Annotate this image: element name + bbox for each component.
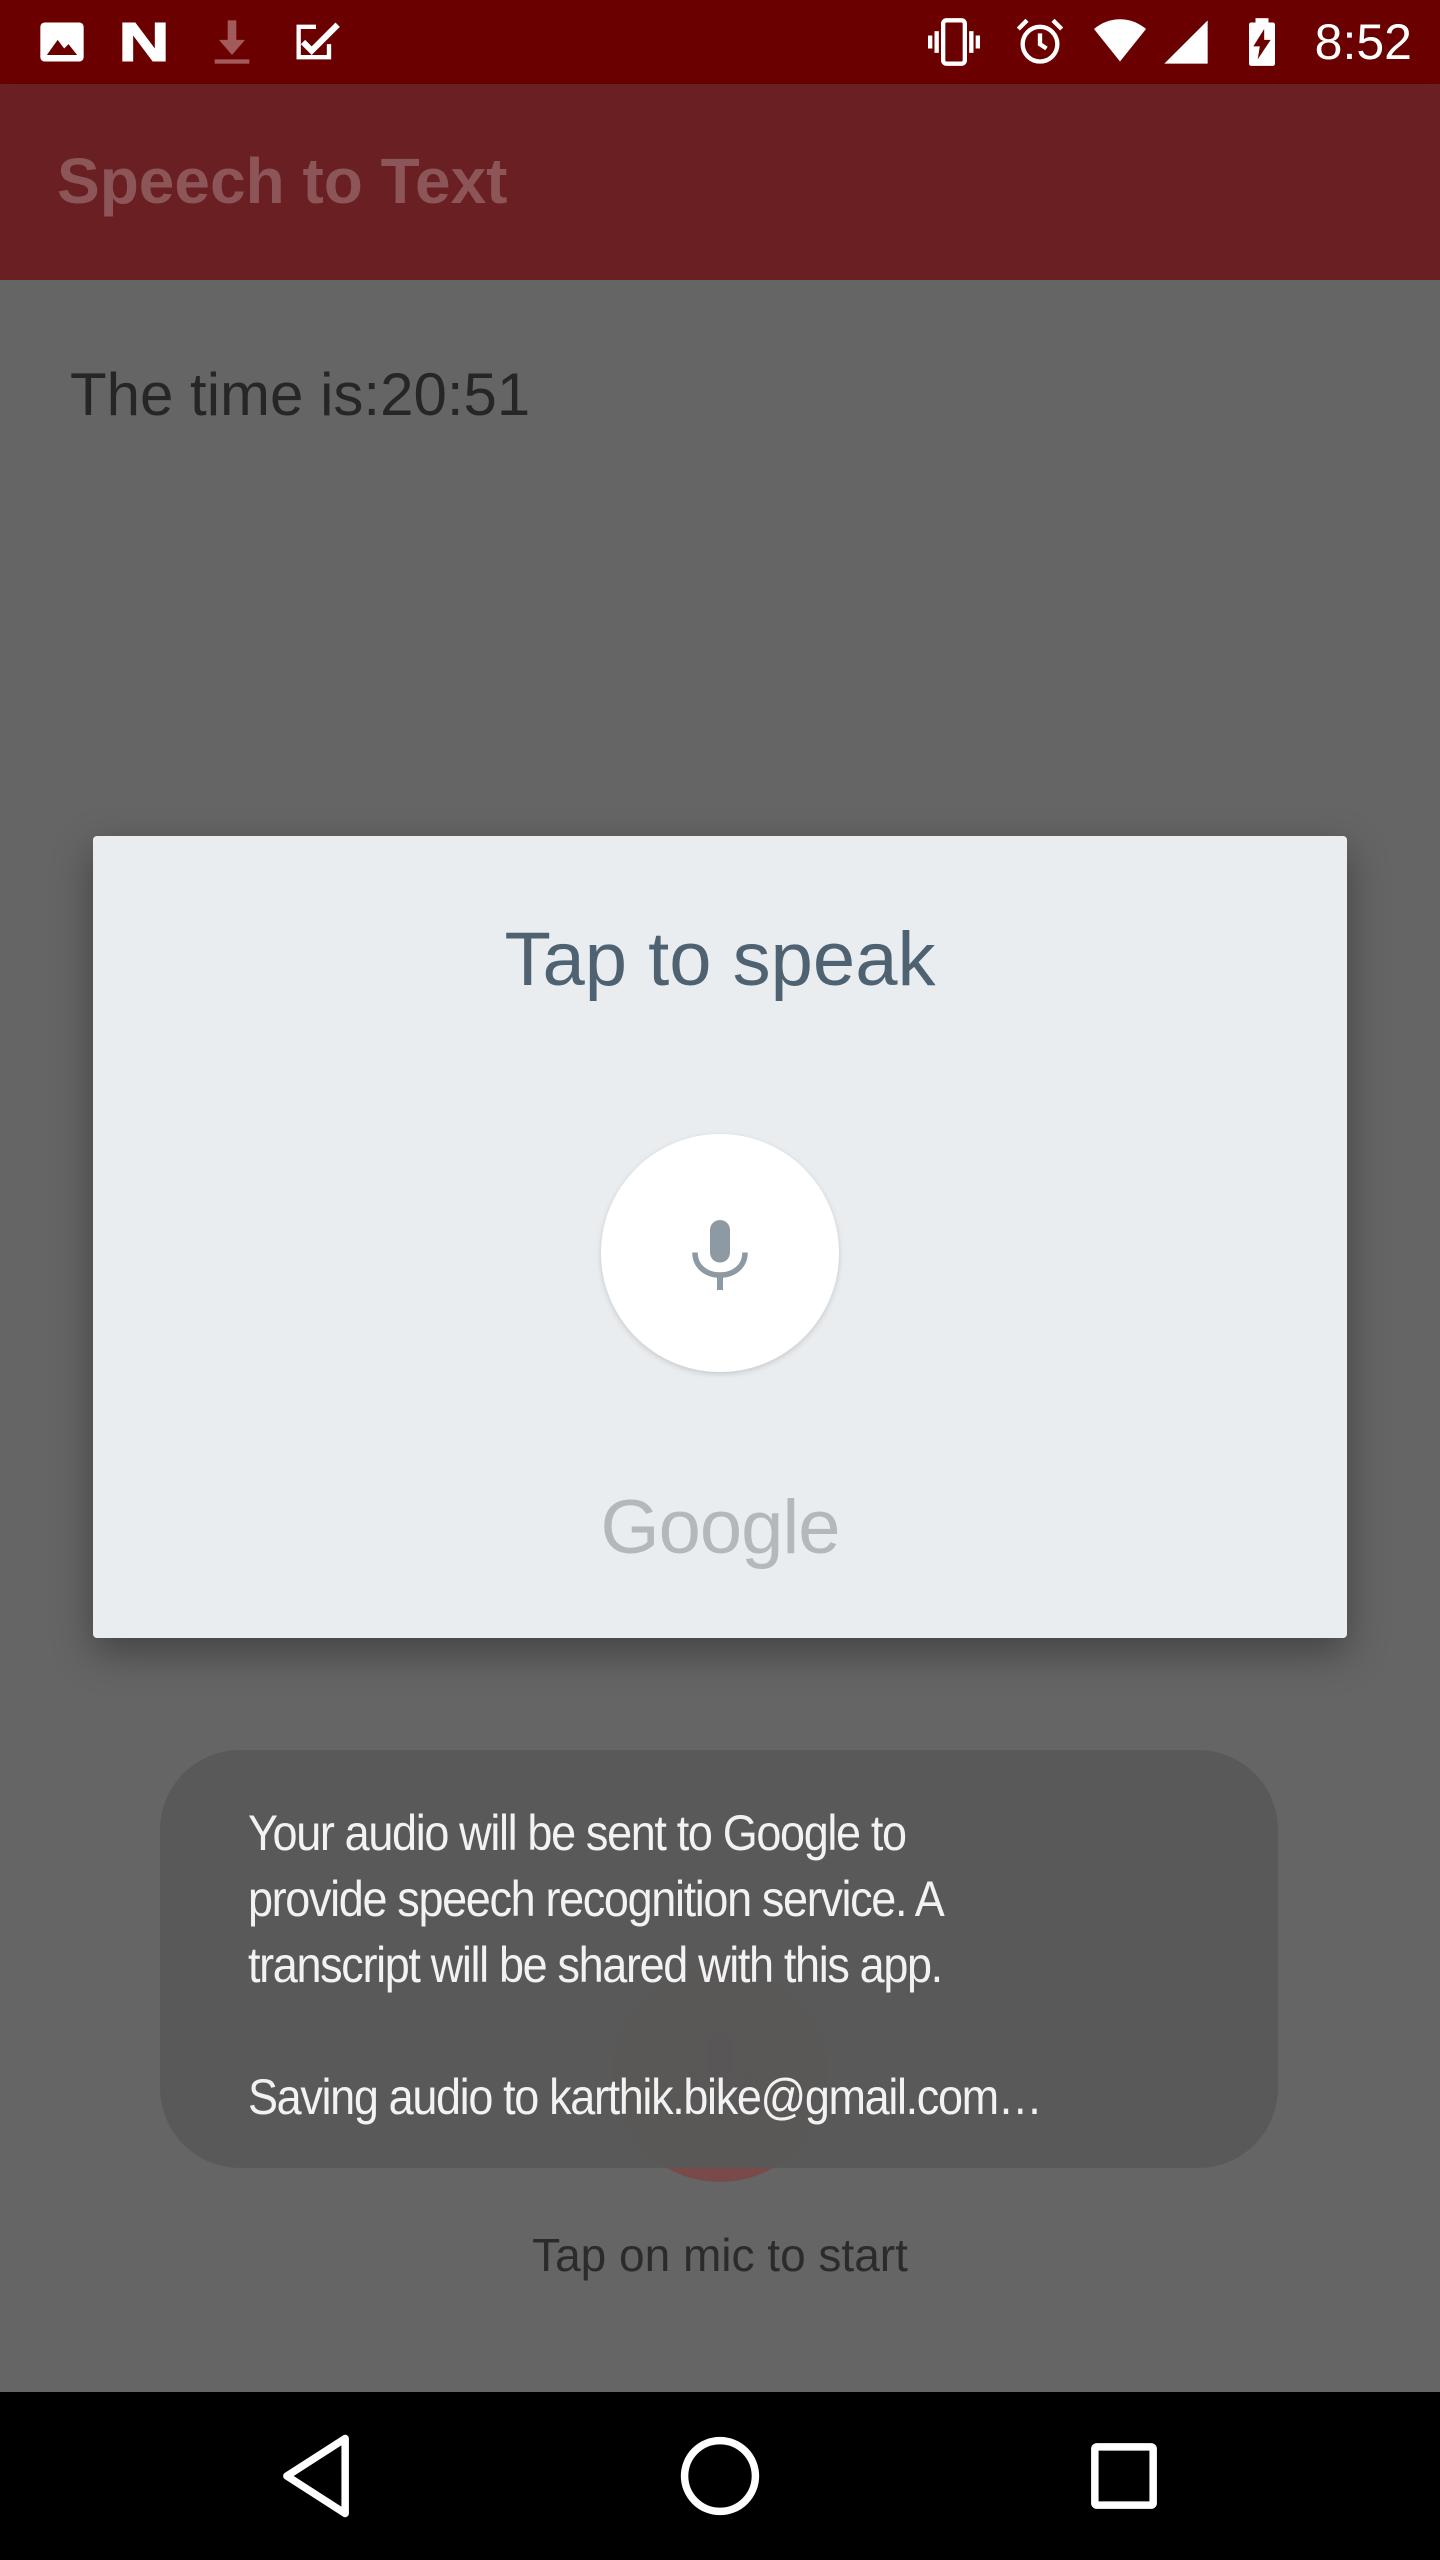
image-notification-icon bbox=[36, 16, 88, 68]
toast-line: Your audio will be sent to Google to bbox=[248, 1805, 907, 1861]
recents-button[interactable] bbox=[1074, 2426, 1174, 2526]
task-check-icon bbox=[290, 16, 342, 68]
back-icon bbox=[283, 2434, 349, 2518]
toast-message: Your audio will be sent to Google to pro… bbox=[160, 1750, 1278, 2168]
signal-icon bbox=[1160, 16, 1212, 68]
status-time: 8:52 bbox=[1314, 14, 1412, 70]
status-bar: 8:52 bbox=[0, 0, 1440, 84]
microphone-icon bbox=[692, 1220, 748, 1290]
speech-dialog: Tap to speak Google bbox=[93, 836, 1347, 1638]
n-notification-icon bbox=[118, 16, 170, 68]
app-title: Speech to Text bbox=[57, 145, 508, 217]
vibrate-icon bbox=[928, 16, 980, 68]
google-logo: Google bbox=[600, 1485, 840, 1570]
toast-saving-line: Saving audio to karthik.bike@gmail.com… bbox=[248, 2069, 1043, 2125]
home-icon bbox=[680, 2436, 760, 2516]
time-text: The time is:20:51 bbox=[70, 361, 531, 428]
dialog-title: Tap to speak bbox=[504, 917, 936, 1002]
toast-line: provide speech recognition service. A bbox=[248, 1871, 945, 1927]
home-button[interactable] bbox=[670, 2426, 770, 2526]
battery-charging-icon bbox=[1236, 16, 1288, 68]
wifi-icon bbox=[1090, 16, 1150, 68]
toast-spacer bbox=[248, 1998, 1130, 2064]
download-icon bbox=[206, 16, 258, 68]
recents-icon bbox=[1091, 2443, 1157, 2509]
navigation-bar bbox=[0, 2392, 1440, 2560]
alarm-icon bbox=[1014, 16, 1066, 68]
toast-text: Your audio will be sent to Google to pro… bbox=[248, 1800, 1130, 2130]
app-bar: Speech to Text bbox=[0, 84, 1440, 280]
hint-text: Tap on mic to start bbox=[532, 2229, 908, 2281]
mic-button[interactable] bbox=[601, 1134, 839, 1372]
toast-line: transcript will be shared with this app. bbox=[248, 1937, 943, 1993]
back-button[interactable] bbox=[266, 2426, 366, 2526]
